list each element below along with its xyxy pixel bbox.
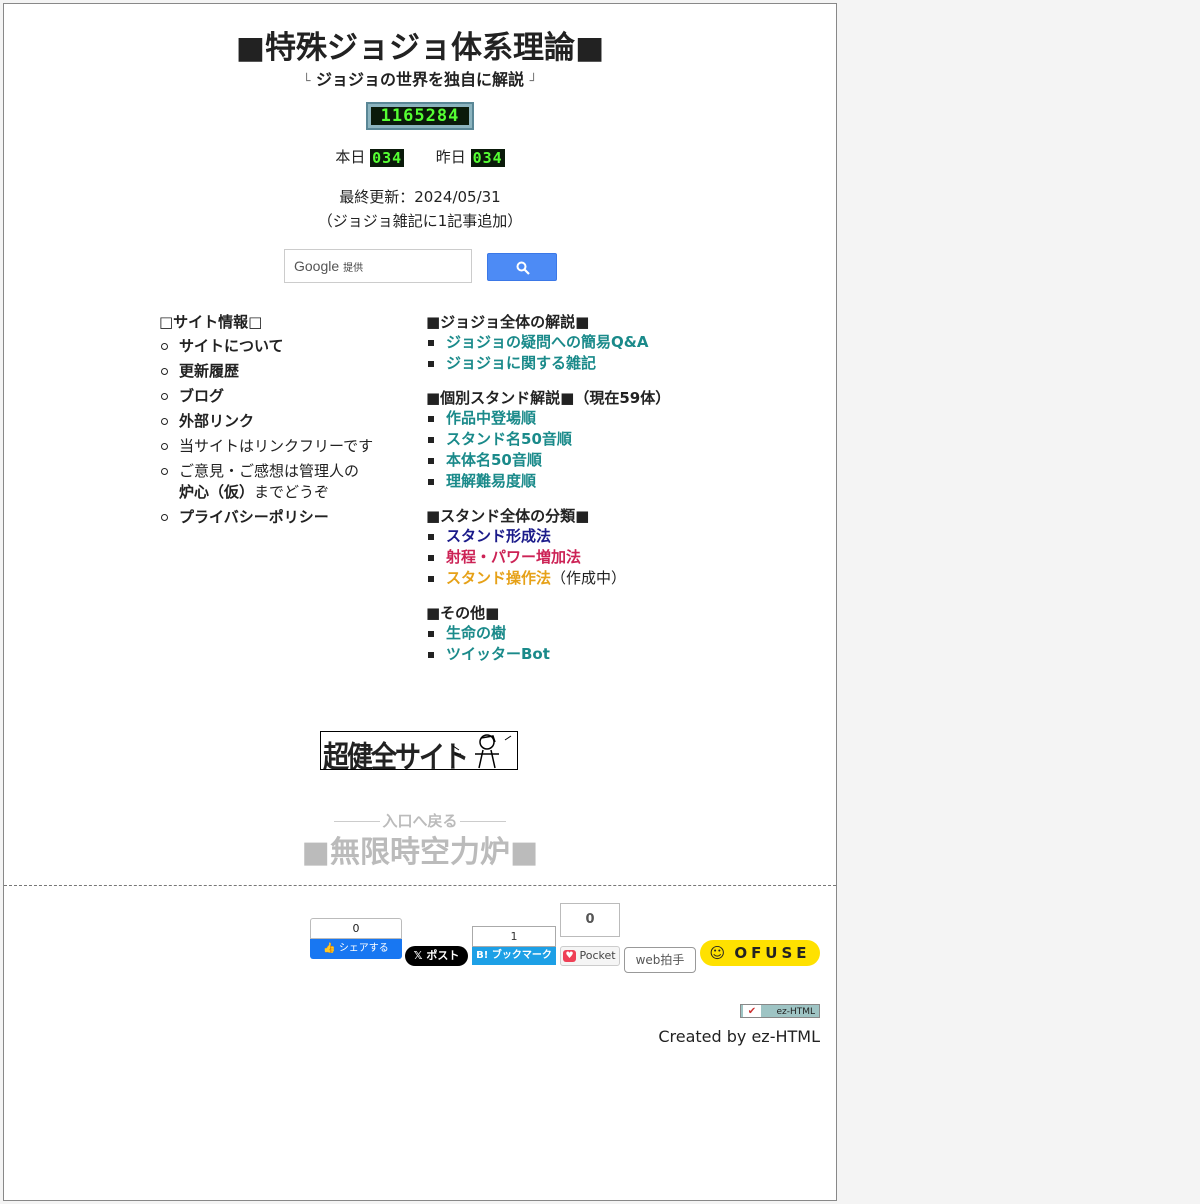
operation-item: スタンド操作法（作成中） [426, 568, 806, 589]
google-logo: Google [294, 258, 340, 274]
qa-link[interactable]: ジョジョの疑問への簡易Q&A [426, 332, 806, 353]
blog-link[interactable]: ブログ [159, 386, 409, 407]
other-heading: ■その他■ [426, 604, 500, 622]
subtitle-corner-left: └ [302, 74, 311, 89]
pocket-button[interactable]: ♥ Pocket [560, 946, 620, 966]
formation-link[interactable]: スタンド形成法 [426, 526, 806, 547]
last-updated-date: 最終更新：2024/05/31 [339, 188, 501, 206]
overall-list: ジョジョの疑問への簡易Q&A ジョジョに関する雑記 [426, 332, 806, 374]
access-counter-value: 1165284 [371, 107, 469, 125]
ofuse-icon: ☺ [709, 944, 726, 962]
site-info-heading: □サイト情報□ [159, 313, 263, 331]
contact-notice: ご意見・ご感想は管理人の 炉心（仮）までどうぞ [159, 461, 409, 503]
range-power-link[interactable]: 射程・パワー増加法 [426, 547, 806, 568]
about-link[interactable]: サイトについて [159, 336, 409, 357]
stands-heading: ■個別スタンド解説■（現在59体） [426, 389, 671, 407]
contact-suffix: までどうぞ [254, 483, 330, 501]
ez-html-badge-label: ez-HTML [776, 1007, 815, 1017]
hatena-count: 1 [472, 926, 556, 947]
other-group: ■その他■ 生命の樹 ツイッターBot [426, 603, 806, 665]
contact-prefix: ご意見・ご感想は管理人の [179, 462, 360, 480]
ez-html-badge[interactable]: ✔ ez-HTML [740, 1004, 820, 1018]
operation-link[interactable]: スタンド操作法 [446, 569, 551, 587]
tree-of-life-link[interactable]: 生命の樹 [426, 623, 806, 644]
history-link[interactable]: 更新履歴 [159, 361, 409, 382]
back-site-name: ■無限時空力炉■ [301, 835, 539, 870]
stand-name-order-link[interactable]: スタンド名50音順 [426, 429, 806, 450]
access-counter: 1165284 [366, 102, 474, 130]
divider [4, 885, 836, 886]
subtitle-corner-right: ┘ [529, 74, 538, 89]
page-title: ■特殊ジョジョ体系理論■ [235, 30, 605, 66]
pocket-count: 0 [560, 903, 620, 937]
overall-group: ■ジョジョ全体の解説■ ジョジョの疑問への簡易Q&A ジョジョに関する雑記 [426, 312, 806, 374]
stands-group: ■個別スタンド解説■（現在59体） 作品中登場順 スタンド名50音順 本体名50… [426, 388, 806, 492]
last-updated-note: （ジョジョ雑記に1記事追加） [317, 212, 523, 230]
pocket-save[interactable]: 0 ♥ Pocket [560, 903, 620, 966]
twitter-bot-link[interactable]: ツイッターBot [426, 644, 806, 665]
facebook-share-label: シェアする [338, 943, 389, 954]
created-by: Created by ez-HTML [658, 1027, 820, 1046]
back-to-entrance-link[interactable]: 入口へ戻る ■無限時空力炉■ [4, 810, 836, 871]
subtitle-text: ジョジョの世界を独自に解説 [315, 70, 524, 89]
search-button[interactable] [487, 253, 557, 281]
user-name-order-link[interactable]: 本体名50音順 [426, 450, 806, 471]
classification-heading: ■スタンド全体の分類■ [426, 507, 590, 525]
today-label: 本日 [335, 148, 366, 166]
operation-note: （作成中） [551, 569, 627, 587]
classification-group: ■スタンド全体の分類■ スタンド形成法 射程・パワー増加法 スタンド操作法（作成… [426, 506, 806, 589]
search-input[interactable]: Google 提供 [284, 249, 472, 283]
x-post-button[interactable]: 𝕏 ポスト [405, 946, 468, 966]
site-info-section: □サイト情報□ サイトについて 更新履歴 ブログ 外部リンク 当サイトはリンクフ… [159, 312, 409, 528]
facebook-share-button[interactable]: 👍 シェアする [310, 939, 402, 959]
search-provided-label: 提供 [343, 263, 364, 274]
search-icon [516, 261, 530, 275]
yesterday-counter: 034 [470, 148, 505, 167]
stands-list: 作品中登場順 スタンド名50音順 本体名50音順 理解難易度順 [426, 408, 806, 492]
pocket-label: Pocket [579, 949, 616, 962]
ofuse-label: OFUSE [734, 944, 811, 962]
overall-heading: ■ジョジョ全体の解説■ [426, 313, 590, 331]
last-updated: 最終更新：2024/05/31 （ジョジョ雑記に1記事追加） [4, 185, 836, 233]
facebook-count: 0 [310, 918, 402, 939]
facebook-share[interactable]: 0 👍 シェアする [310, 918, 402, 959]
external-links-link[interactable]: 外部リンク [159, 411, 409, 432]
classification-list: スタンド形成法 射程・パワー増加法 スタンド操作法（作成中） [426, 526, 806, 589]
wholesome-site-banner[interactable]: 超健全サイト [320, 731, 518, 770]
hatena-bookmark-button[interactable]: B! ブックマーク [472, 947, 556, 965]
yesterday-label: 昨日 [435, 148, 466, 166]
page-subtitle: └ ジョジョの世界を独自に解説 ┘ [4, 66, 836, 90]
difficulty-order-link[interactable]: 理解難易度順 [426, 471, 806, 492]
content-section: ■ジョジョ全体の解説■ ジョジョの疑問への簡易Q&A ジョジョに関する雑記 ■個… [426, 312, 806, 679]
thumbs-up-icon: 👍 [323, 943, 336, 954]
character-illustration-icon [452, 734, 512, 769]
other-list: 生命の樹 ツイッターBot [426, 623, 806, 665]
pocket-icon: ♥ [563, 950, 576, 962]
daily-counter: 本日 034 昨日 034 [4, 146, 836, 167]
appearance-order-link[interactable]: 作品中登場順 [426, 408, 806, 429]
notes-link[interactable]: ジョジョに関する雑記 [426, 353, 806, 374]
check-icon: ✔ [743, 1005, 761, 1017]
web-clap-button[interactable]: web拍手 [624, 947, 696, 973]
ofuse-button[interactable]: ☺ OFUSE [700, 940, 820, 966]
admin-contact-link[interactable]: 炉心（仮） [179, 483, 254, 501]
today-counter: 034 [370, 148, 405, 167]
link-free-notice: 当サイトはリンクフリーです [159, 436, 409, 457]
hatena-bookmark[interactable]: 1 B! ブックマーク [472, 926, 556, 965]
site-info-list: サイトについて 更新履歴 ブログ 外部リンク 当サイトはリンクフリーです ご意見… [159, 336, 409, 528]
page: ■特殊ジョジョ体系理論■ └ ジョジョの世界を独自に解説 ┘ 1165284 本… [3, 3, 837, 1201]
privacy-policy-link[interactable]: プライバシーポリシー [159, 507, 409, 528]
